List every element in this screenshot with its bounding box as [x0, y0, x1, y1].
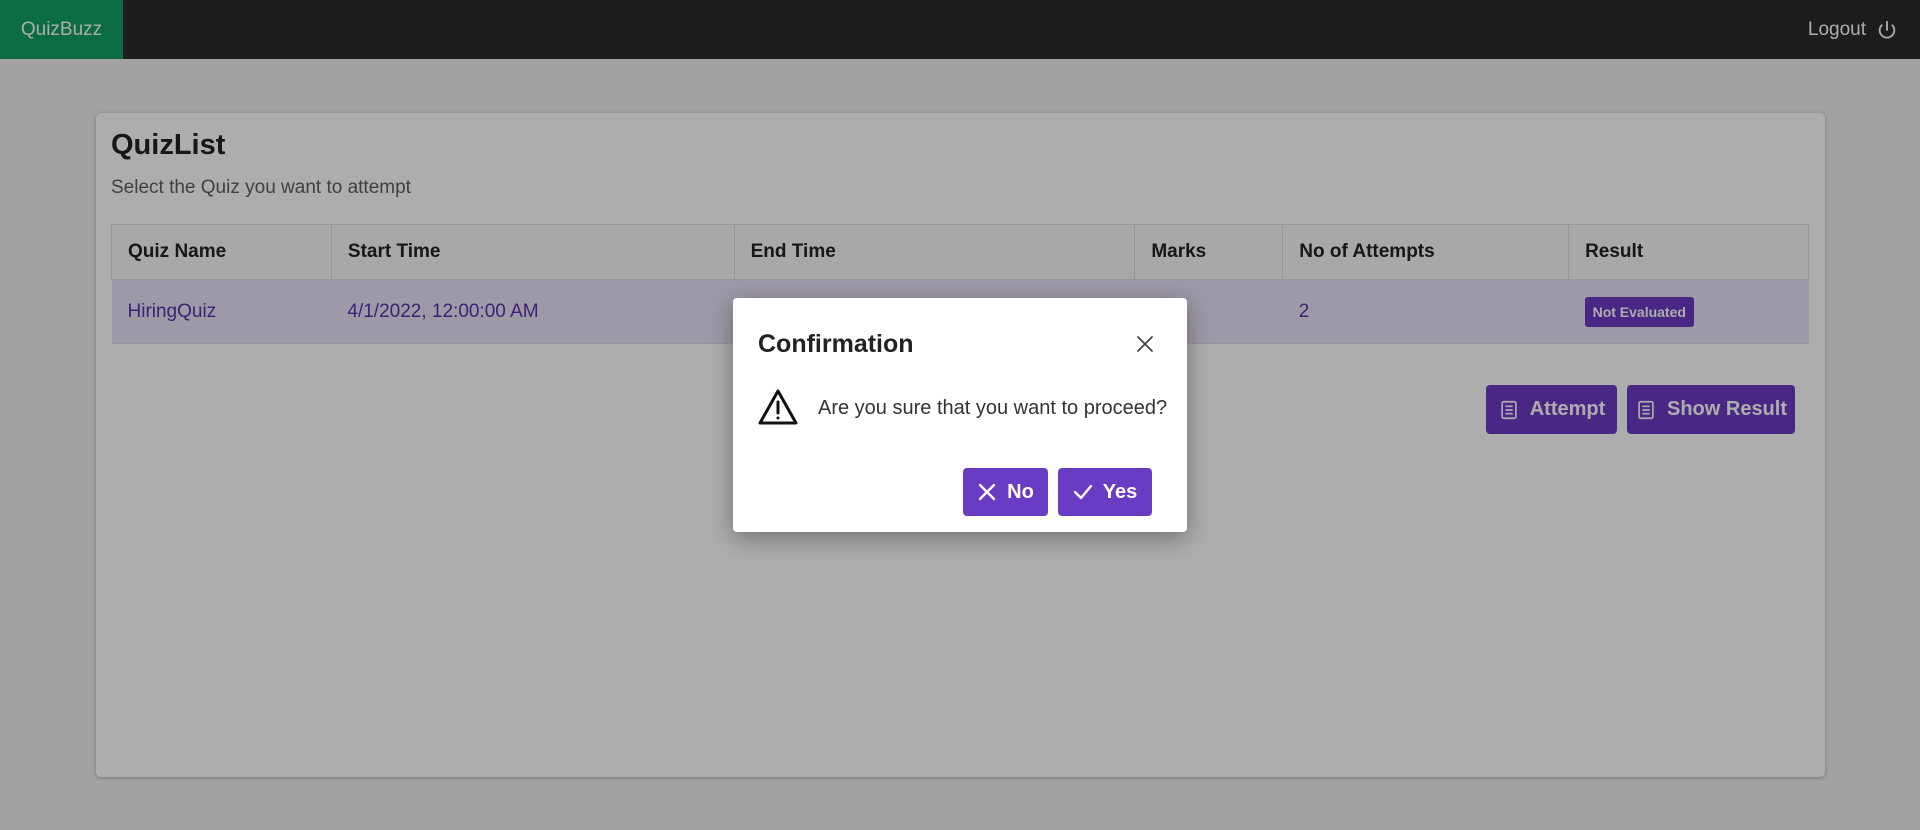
no-button[interactable]: No: [963, 468, 1048, 516]
yes-button[interactable]: Yes: [1058, 468, 1152, 516]
no-label: No: [1007, 480, 1034, 503]
close-icon: [978, 483, 996, 501]
warning-icon: [758, 389, 798, 425]
confirmation-dialog: Confirmation Are you sure that you want …: [733, 298, 1187, 532]
dialog-message: Are you sure that you want to proceed?: [818, 397, 1168, 419]
yes-label: Yes: [1102, 480, 1138, 503]
dialog-title: Confirmation: [758, 330, 914, 358]
check-icon: [1073, 484, 1092, 500]
close-icon[interactable]: [1133, 332, 1157, 356]
